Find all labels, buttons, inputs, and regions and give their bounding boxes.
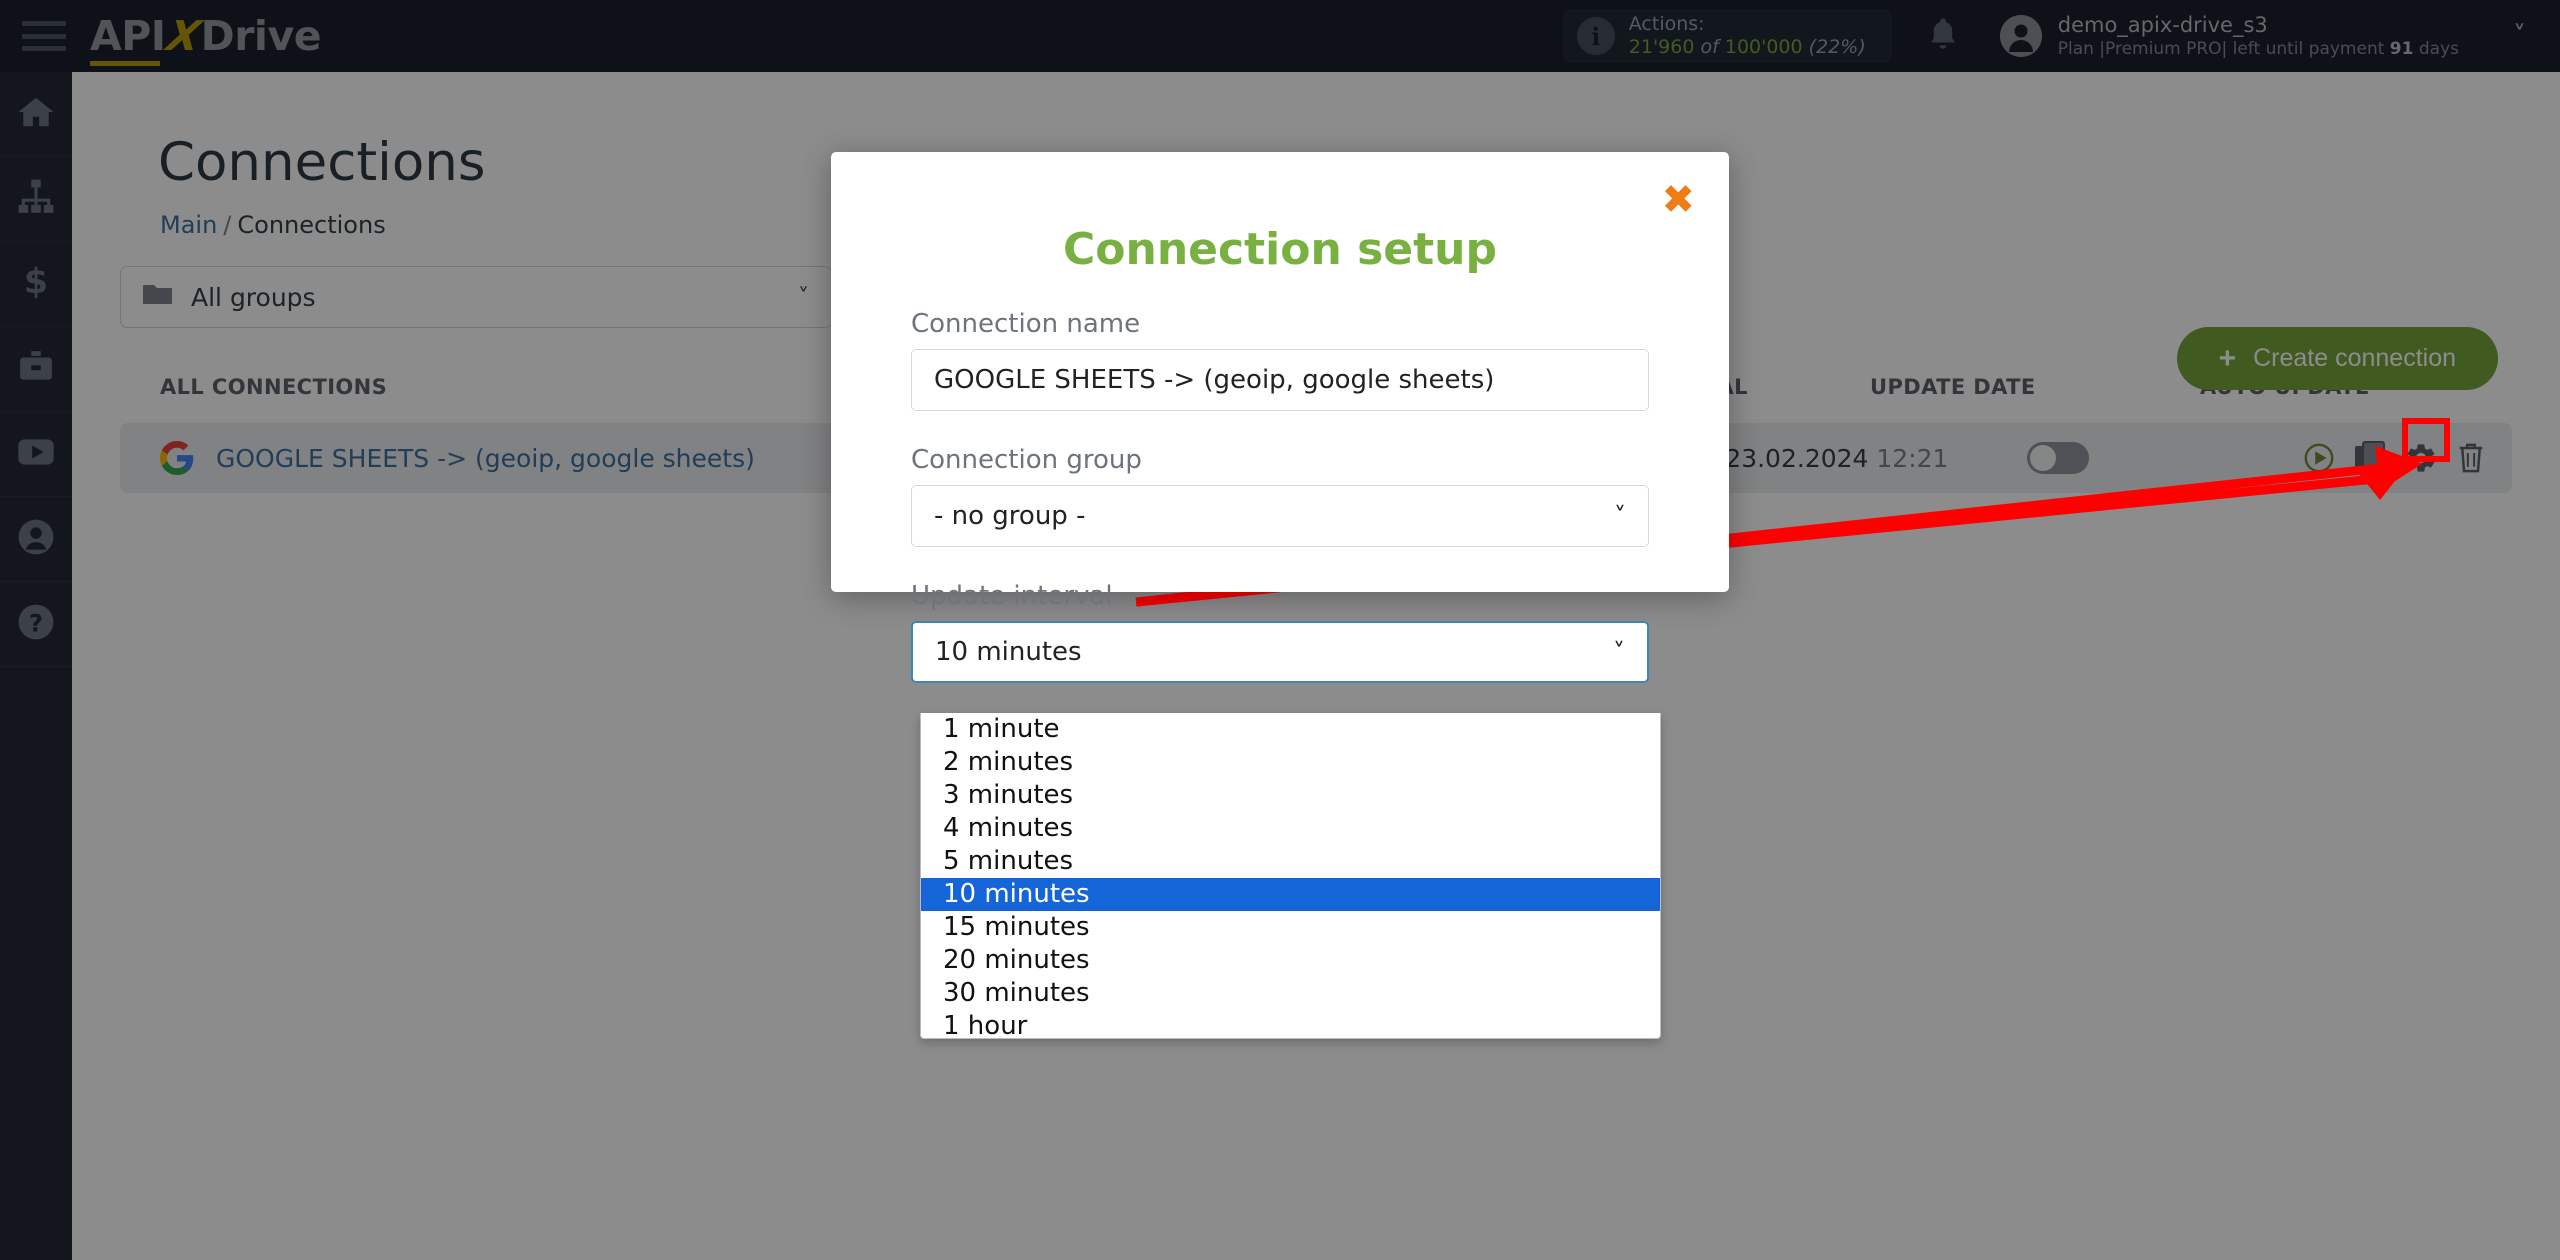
connection-name-field: Connection name GOOGLE SHEETS -> (geoip,… — [911, 309, 1649, 411]
connection-group-field: Connection group - no group - ˅ — [911, 445, 1649, 547]
chevron-down-icon: ˅ — [1614, 502, 1626, 530]
update-interval-field: Update interval 10 minutes ˅ — [911, 581, 1649, 683]
interval-option[interactable]: 5 minutes — [921, 845, 1660, 878]
interval-option[interactable]: 20 minutes — [921, 944, 1660, 977]
modal-title: Connection setup — [1063, 224, 1497, 275]
close-icon[interactable]: ✖ — [1661, 180, 1695, 220]
update-interval-value: 10 minutes — [935, 637, 1082, 667]
interval-option[interactable]: 30 minutes — [921, 977, 1660, 1010]
connection-name-label: Connection name — [911, 309, 1141, 339]
interval-option[interactable]: 2 minutes — [921, 746, 1660, 779]
chevron-down-icon: ˅ — [1613, 638, 1625, 666]
interval-option[interactable]: 1 hour — [921, 1010, 1660, 1038]
connection-group-label: Connection group — [911, 445, 1142, 475]
interval-option[interactable]: 10 minutes — [921, 878, 1660, 911]
update-interval-select[interactable]: 10 minutes ˅ — [911, 621, 1649, 683]
connection-group-select[interactable]: - no group - ˅ — [911, 485, 1649, 547]
connection-name-input[interactable]: GOOGLE SHEETS -> (geoip, google sheets) — [911, 349, 1649, 411]
interval-option[interactable]: 4 minutes — [921, 812, 1660, 845]
highlight-rectangle — [2402, 418, 2450, 462]
update-interval-label: Update interval — [911, 581, 1113, 611]
connection-group-value: - no group - — [934, 501, 1086, 531]
update-interval-options-list[interactable]: 1 minute 2 minutes 3 minutes 4 minutes 5 min… — [920, 713, 1661, 1039]
interval-option[interactable]: 1 minute — [921, 713, 1660, 746]
interval-option[interactable]: 15 minutes — [921, 911, 1660, 944]
interval-option[interactable]: 3 minutes — [921, 779, 1660, 812]
connection-setup-modal: ✖ Connection setup Connection name GOOGL… — [831, 152, 1729, 683]
